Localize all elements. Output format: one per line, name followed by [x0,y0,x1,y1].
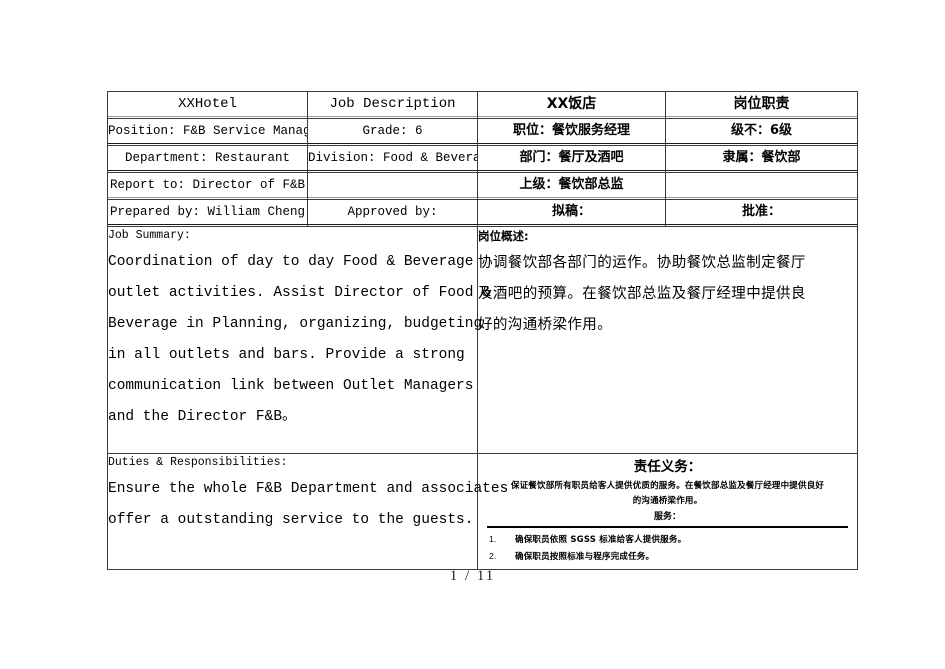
cell-company-cn: XX饭店 [477,91,666,119]
table-row-position: Position: F&B Service Manager Grade: 6 职… [107,118,858,146]
doc-title-en: Job Description [308,92,477,117]
cell-grade-cn: 级不：6级 [665,118,858,146]
cell-position-en: Position: F&B Service Manager [107,118,308,146]
job-summary-text-en: Coordination of day to day Food & Bevera… [108,247,491,433]
cell-department-en: Department: Restaurant [107,145,308,173]
department-value-cn: 部门：餐厅及酒吧 [478,146,665,171]
summary-line-cn: 及酒吧的预算。在餐饮部总监及餐厅经理中提供良 [478,286,806,302]
summary-line-en: in all outlets and bars. Provide a stron… [108,347,465,363]
table-row-prepared-by: Prepared by: William Cheng Approved by: … [107,199,858,227]
cell-division-en: Division: Food & Beverage [307,145,478,173]
division-value-cn: 隶属：餐饮部 [666,146,857,171]
table-row-department: Department: Restaurant Division: Food & … [107,145,858,173]
approved-by-value-cn: 批准： [666,200,857,225]
summary-line-en: outlet activities. Assist Director of Fo… [108,285,491,301]
duties-text-en: Ensure the whole F&B Department and asso… [108,474,509,536]
cell-blank-mid [307,172,478,200]
grade-value-cn: 级不：6级 [666,119,857,144]
position-value-en: Position: F&B Service Manager [108,119,307,144]
cell-duties-en: Duties & Responsibilities: Ensure the wh… [107,453,509,570]
prepared-by-value-cn: 拟稿： [478,200,665,225]
position-value-cn: 职位：餐饮服务经理 [478,119,665,144]
table-row-summary: Job Summary: Coordination of day to day … [107,226,858,454]
duties-numbered-list: 1. 确保职员依照 SGSS 标准给客人提供服务。 2. 确保职员按照标准与程序完成… [483,531,852,565]
cell-company-en: XXHotel [107,91,308,119]
duties-line-en: offer a outstanding service to the guest… [108,512,474,528]
cell-doc-title-cn: 岗位职责 [665,91,858,119]
blank-middle-value [308,173,477,198]
cell-report-to-cn: 上级：餐饮部总监 [477,172,666,200]
cell-duties-cn: 责任义务： 保证餐饮部所有职员给客人提供优质的服务。在餐饮部总监及餐厅经理中提供… [477,453,858,570]
cell-approved-by-cn: 批准： [665,199,858,227]
company-name-cn: XX饭店 [478,92,665,117]
company-name-en: XXHotel [108,92,307,117]
list-item-text: 确保职员依照 SGSS 标准给客人提供服务。 [515,535,687,545]
summary-line-en: Coordination of day to day Food & Bevera… [108,254,474,270]
cell-job-summary-cn: 岗位概述: 协调餐饮部各部门的运作。协助餐饮总监制定餐厅 及酒吧的预算。在餐饮部… [477,226,858,454]
duties-line-en: Ensure the whole F&B Department and asso… [108,481,509,497]
report-to-value-cn: 上级：餐饮部总监 [478,173,665,198]
duties-body-line-cn: 的沟通桥梁作用。 [632,496,703,506]
duties-label-en: Duties & Responsibilities: [108,456,288,469]
doc-title-cn: 岗位职责 [666,92,857,117]
cell-prepared-by-en: Prepared by: William Cheng [107,199,308,227]
duties-heading-cn: 责任义务： [633,459,702,475]
summary-line-cn: 协调餐饮部各部门的运作。协助餐饮总监制定餐厅 [478,255,806,271]
table-row-report-to: Report to: Director of F&B 上级：餐饮部总监 [107,172,858,200]
list-item-number: 1. [489,534,497,544]
cell-division-cn: 隶属：餐饮部 [665,145,858,173]
cell-position-cn: 职位：餐饮服务经理 [477,118,666,146]
job-description-table: XXHotel Job Description XX饭店 岗位职责 Positi… [107,91,858,570]
table-row-duties: Duties & Responsibilities: Ensure the wh… [107,453,858,570]
cell-approved-by-en: Approved by: [307,199,478,227]
prepared-by-value-en: Prepared by: William Cheng [108,200,307,225]
approved-by-value-en: Approved by: [308,200,477,225]
list-item: 2. 确保职员按照标准与程序完成任务。 [483,548,852,565]
blank-right-value [666,173,857,198]
job-summary-label-en: Job Summary: [108,229,191,242]
job-summary-label-cn: 岗位概述: [478,229,529,243]
page-footer: 1 / 11 [449,568,496,584]
cell-blank-right [665,172,858,200]
report-to-value-en: Report to: Director of F&B [108,173,307,198]
division-value-en: Division: Food & Beverage [308,146,477,171]
list-item: 1. 确保职员依照 SGSS 标准给客人提供服务。 [483,531,852,548]
list-item-number: 2. [489,551,497,561]
grade-value-en: Grade: 6 [308,119,477,144]
summary-line-en: communication link between Outlet Manage… [108,378,474,394]
summary-line-en: Beverage in Planning, organizing, budget… [108,316,483,332]
cell-report-to-en: Report to: Director of F&B [107,172,308,200]
job-summary-text-cn: 协调餐饮部各部门的运作。协助餐饮总监制定餐厅 及酒吧的预算。在餐饮部总监及餐厅经… [478,248,857,341]
duties-body-cn: 保证餐饮部所有职员给客人提供优质的服务。在餐饮部总监及餐厅经理中提供良好 的沟通… [483,479,852,509]
cell-job-summary-en: Job Summary: Coordination of day to day … [107,226,491,454]
summary-line-cn: 好的沟通桥梁作用。 [478,317,613,333]
document-page: XXHotel Job Description XX饭店 岗位职责 Positi… [0,0,945,669]
department-value-en: Department: Restaurant [108,146,307,171]
duties-section-service-cn: 服务： [487,510,848,528]
cell-department-cn: 部门：餐厅及酒吧 [477,145,666,173]
cell-doc-title-en: Job Description [307,91,478,119]
duties-body-line-cn: 保证餐饮部所有职员给客人提供优质的服务。在餐饮部总监及餐厅经理中提供良好 [510,481,825,491]
cell-grade-en: Grade: 6 [307,118,478,146]
table-row-titles: XXHotel Job Description XX饭店 岗位职责 [107,91,858,119]
cell-prepared-by-cn: 拟稿： [477,199,666,227]
summary-line-en: and the Director F&B。 [108,409,297,425]
list-item-text: 确保职员按照标准与程序完成任务。 [515,552,655,562]
